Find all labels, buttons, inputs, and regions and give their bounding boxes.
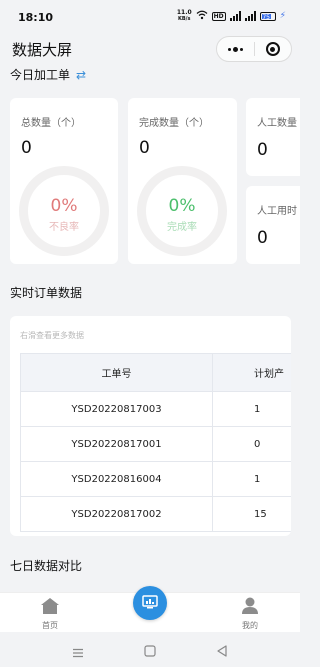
column-header-planned: 计划产 [212,353,291,392]
orders-table-card[interactable]: 右滑查看更多数据 工单号 计划产 YSD20220817003 1 YSD202… [10,316,291,536]
tab-mine-label: 我的 [242,621,258,630]
wifi-icon [196,10,208,22]
order-no-cell: YSD20220816004 [20,461,213,497]
table-row[interactable]: YSD20220817003 1 [20,391,291,427]
total-quantity-value: 0 [21,138,32,158]
nav-bar: 数据大屏 [0,34,300,64]
labor-quantity-label: 人工数量 [257,118,297,129]
planned-cell: 1 [212,461,291,497]
order-no-cell: YSD20220817001 [20,426,213,462]
close-miniprogram-button[interactable] [255,37,292,61]
dashboard-button[interactable] [133,586,167,620]
miniprogram-capsule [216,36,292,62]
tab-home[interactable]: 首页 [30,597,70,631]
today-section-title: 今日加工单 ⇄ [10,68,87,82]
system-nav-bar [0,632,300,667]
completed-quantity-label: 完成数量（个） [139,118,209,129]
back-nav-button[interactable] [216,642,228,661]
completed-quantity-card: 完成数量（个） 0 0% 完成率 [128,98,237,264]
battery-icon: 75 [259,11,276,21]
completed-quantity-value: 0 [139,138,150,158]
orders-section-title: 实时订单数据 [10,286,83,300]
signal-icon-2 [244,11,256,21]
status-icons: 11.0 KB/s HD 75 ⚡ [176,9,286,23]
completion-rate-value: 0% [168,196,196,216]
home-icon [40,598,60,619]
orders-table[interactable]: 工单号 计划产 YSD20220817003 1 YSD20220817001 … [20,353,291,532]
tab-mine[interactable]: 我的 [230,597,270,631]
completion-rate-text: 0% 完成率 [137,196,227,233]
labor-time-label: 人工用时 [257,206,297,217]
order-no-cell: YSD20220817002 [20,496,213,532]
total-quantity-card: 总数量（个） 0 0% 不良率 [10,98,118,264]
seven-day-section-title: 七日数据对比 [10,559,83,573]
page-title: 数据大屏 [12,41,73,59]
tab-home-label: 首页 [42,621,58,630]
signal-icon [229,11,241,21]
net-speed: 11.0 KB/s [176,9,192,23]
table-row[interactable]: YSD20220817002 15 [20,496,291,532]
swipe-hint: 右滑查看更多数据 [20,331,84,340]
status-time: 18:10 [18,11,54,24]
planned-cell: 0 [212,426,291,462]
user-icon [240,597,260,619]
switch-icon[interactable]: ⇄ [76,68,86,82]
column-header-order-no: 工单号 [20,353,213,392]
table-row[interactable]: YSD20220816004 1 [20,461,291,497]
table-row[interactable]: YSD20220817001 0 [20,426,291,462]
total-quantity-label: 总数量（个） [21,118,81,129]
home-nav-button[interactable] [144,642,156,661]
defect-rate-value: 0% [50,196,78,216]
status-bar: 18:10 11.0 KB/s HD 75 ⚡ [0,0,300,34]
table-header-row: 工单号 计划产 [20,353,291,392]
more-button[interactable] [217,37,254,61]
labor-time-card: 人工用时 0 [246,186,300,264]
menu-nav-button[interactable] [72,643,84,662]
planned-cell: 1 [212,391,291,427]
dashboard-icon [142,594,158,613]
labor-quantity-card: 人工数量 0 [246,98,300,176]
defect-rate-text: 0% 不良率 [19,196,109,233]
defect-rate-label: 不良率 [49,222,79,233]
target-icon [265,42,280,56]
charging-icon: ⚡ [279,11,286,21]
labor-time-value: 0 [257,228,268,248]
labor-quantity-value: 0 [257,140,268,160]
completion-rate-label: 完成率 [167,222,197,233]
more-dots-icon [227,46,243,52]
planned-cell: 15 [212,496,291,532]
order-no-cell: YSD20220817003 [20,391,213,427]
hd-badge: HD [211,11,226,21]
